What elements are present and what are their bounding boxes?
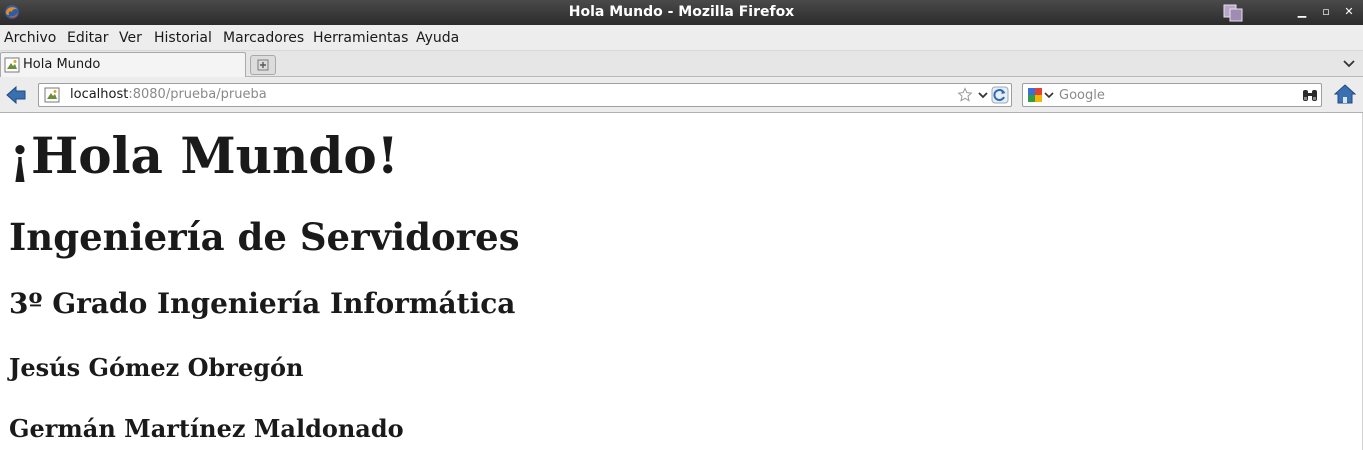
- search-input[interactable]: [1059, 86, 1299, 104]
- window-titlebar: Hola Mundo - Mozilla Firefox ▁ ▫ ✕: [0, 0, 1363, 25]
- bookmark-star-icon[interactable]: [957, 87, 973, 103]
- minimize-icon[interactable]: ▁: [1294, 4, 1310, 20]
- url-host: localhost: [70, 87, 129, 102]
- navigation-toolbar: localhost:8080/prueba/prueba: [0, 77, 1363, 113]
- menu-bar: Archivo Editar Ver Historial Marcadores …: [0, 25, 1363, 51]
- menu-historial[interactable]: Historial: [154, 30, 212, 46]
- heading-hola-mundo: ¡Hola Mundo!: [9, 126, 399, 185]
- site-identity-icon[interactable]: [44, 87, 60, 103]
- back-arrow-icon[interactable]: [5, 85, 27, 105]
- desktop-switcher-icon[interactable]: [1222, 3, 1244, 23]
- url-path: :8080/prueba/prueba: [128, 87, 267, 102]
- url-bar[interactable]: localhost:8080/prueba/prueba: [38, 83, 1012, 107]
- menu-ver[interactable]: Ver: [119, 30, 142, 46]
- tab-label: Hola Mundo: [23, 57, 101, 72]
- window-title: Hola Mundo - Mozilla Firefox: [568, 4, 795, 20]
- plus-icon: [257, 59, 269, 71]
- tab-hola-mundo[interactable]: Hola Mundo: [0, 52, 246, 77]
- menu-herramientas[interactable]: Herramientas: [313, 30, 408, 46]
- tab-list-chevron-down-icon[interactable]: [1341, 55, 1357, 71]
- new-tab-button[interactable]: [250, 55, 276, 75]
- page-content: ¡Hola Mundo! Ingeniería de Servidores 3º…: [0, 113, 1363, 450]
- engine-chevron-down-icon[interactable]: [1044, 90, 1054, 100]
- menu-ayuda[interactable]: Ayuda: [416, 30, 459, 46]
- home-icon[interactable]: [1334, 84, 1356, 104]
- heading-subject: Ingeniería de Servidores: [9, 215, 520, 259]
- url-text[interactable]: localhost:8080/prueba/prueba: [70, 87, 267, 102]
- menu-marcadores[interactable]: Marcadores: [223, 30, 304, 46]
- menu-editar[interactable]: Editar: [67, 30, 108, 46]
- search-bar[interactable]: [1022, 83, 1322, 107]
- reload-icon[interactable]: [991, 86, 1009, 104]
- page-favicon-icon: [4, 57, 20, 73]
- author-name: Jesús Gómez Obregón: [9, 353, 304, 382]
- close-icon[interactable]: ✕: [1341, 4, 1357, 20]
- url-dropdown-chevron-down-icon[interactable]: [977, 89, 989, 101]
- menu-archivo[interactable]: Archivo: [4, 30, 56, 46]
- heading-degree: 3º Grado Ingeniería Informática: [9, 287, 516, 320]
- author-name: Germán Martínez Maldonado: [9, 414, 404, 443]
- tab-bar: Hola Mundo: [0, 51, 1363, 77]
- maximize-icon[interactable]: ▫: [1318, 4, 1334, 20]
- binoculars-search-icon[interactable]: [1301, 87, 1319, 103]
- google-engine-icon[interactable]: [1027, 87, 1043, 103]
